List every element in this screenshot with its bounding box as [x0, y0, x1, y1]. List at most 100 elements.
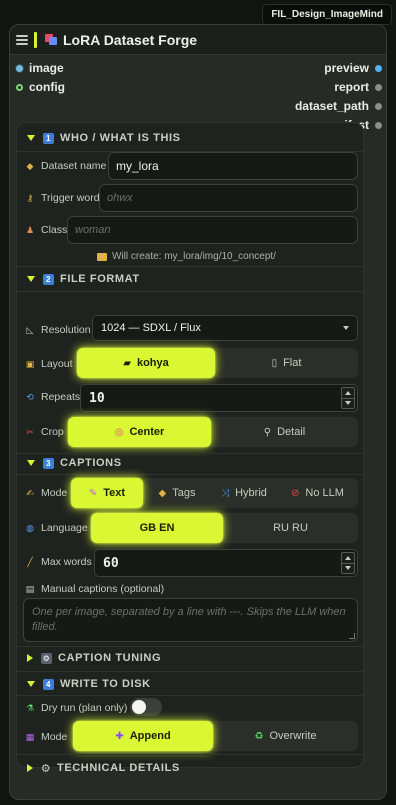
option-label: Append: [129, 730, 171, 742]
section-format-header[interactable]: 2 FILE FORMAT: [27, 273, 140, 285]
toggle-knob: [132, 700, 146, 714]
trigger-word-input[interactable]: ohwx: [99, 184, 358, 212]
ruler-icon: ◺: [26, 324, 34, 335]
dataset-name-input[interactable]: my_lora: [108, 152, 358, 180]
divider: [17, 266, 363, 267]
mode-option-hybrid[interactable]: ⤨ Hybrid: [211, 478, 277, 508]
stepper-spin[interactable]: [341, 552, 355, 574]
no-entry-icon: ⊘: [291, 487, 300, 499]
section-write-header[interactable]: 4 WRITE TO DISK: [27, 678, 151, 690]
layout-option-flat[interactable]: ▯ Flat: [215, 348, 358, 378]
floppy-icon: ▦: [25, 731, 35, 742]
menu-icon[interactable]: [16, 34, 28, 45]
option-label: Flat: [283, 357, 302, 369]
settings-panel: 1 WHO / WHAT IS THIS ◆ Dataset name my_l…: [16, 122, 364, 775]
manual-captions-label: ▤ Manual captions (optional): [25, 583, 164, 595]
section-number-badge: 3: [43, 457, 54, 469]
increment-button[interactable]: [341, 387, 355, 398]
write-mode-label: ▦ Mode: [25, 731, 68, 743]
label-text: Mode: [41, 731, 68, 743]
output-port-report[interactable]: report: [334, 80, 382, 94]
input-port-config[interactable]: config: [16, 80, 65, 94]
test-tube-icon: ⚗: [25, 702, 35, 713]
dry-run-label: ⚗ Dry run (plan only): [25, 702, 127, 714]
port-label: image: [29, 61, 64, 75]
resize-handle[interactable]: [349, 633, 355, 639]
port-dot-icon: [375, 102, 382, 110]
option-label: No LLM: [305, 487, 344, 499]
increment-button[interactable]: [341, 552, 355, 563]
output-port-preview[interactable]: preview: [324, 61, 382, 75]
resolution-label: ◺ Resolution: [25, 324, 91, 336]
select-value: 1024 — SDXL / Flux: [101, 322, 201, 334]
section-captions-header[interactable]: 3 CAPTIONS: [27, 457, 122, 469]
pen-icon: ✍: [26, 487, 34, 498]
write-mode-toggle[interactable]: ✚ Append ♻ Overwrite: [73, 721, 358, 751]
crop-option-detail[interactable]: ⚲ Detail: [211, 417, 358, 447]
port-label: report: [334, 80, 369, 94]
option-label: Text: [103, 487, 126, 499]
layout-option-kohya[interactable]: ▰ kohya: [77, 348, 215, 378]
class-label: ♟ Class: [25, 224, 67, 236]
section-technical-header[interactable]: ⚙ TECHNICAL DETAILS: [27, 762, 180, 775]
output-port-dataset-path[interactable]: dataset_path: [295, 99, 382, 113]
input-port-image[interactable]: image: [16, 61, 64, 75]
ruler-icon: ╱: [27, 556, 33, 567]
layout-toggle[interactable]: ▰ kohya ▯ Flat: [77, 348, 358, 378]
option-label: Detail: [277, 426, 306, 438]
scissors-icon: ✂: [26, 426, 34, 437]
language-toggle[interactable]: GB EN RU RU: [91, 513, 358, 543]
option-label: Tags: [172, 487, 196, 499]
chevron-right-icon: [27, 764, 33, 772]
crop-option-center[interactable]: ◎ Center: [68, 417, 211, 447]
trigger-word-label: ⚷ Trigger word: [25, 192, 100, 204]
label-text: Crop: [41, 426, 64, 438]
notepad-icon: ▤: [25, 583, 35, 594]
recycle-icon: ♻: [254, 730, 264, 742]
tag-icon: ◆: [26, 160, 34, 171]
section-tuning-header[interactable]: ⚙ CAPTION TUNING: [27, 652, 161, 664]
decrement-button[interactable]: [341, 562, 355, 574]
dry-run-toggle[interactable]: [130, 698, 162, 716]
crop-toggle[interactable]: ◎ Center ⚲ Detail: [68, 417, 358, 447]
mode-option-tags[interactable]: ◆ Tags: [143, 478, 211, 508]
manual-captions-textarea[interactable]: One per image, separated by a line with …: [23, 598, 358, 642]
caption-mode-label: ✍ Mode: [25, 487, 67, 499]
hint-text: Will create: my_lora/img/10_concept/: [112, 251, 276, 262]
chevron-down-icon: [27, 460, 35, 466]
divider: [17, 695, 363, 696]
section-title: CAPTION TUNING: [58, 652, 162, 664]
repeats-stepper[interactable]: 10: [80, 384, 358, 412]
mode-option-no-llm[interactable]: ⊘ No LLM: [277, 478, 358, 508]
section-who-header[interactable]: 1 WHO / WHAT IS THIS: [27, 132, 181, 144]
write-option-append[interactable]: ✚ Append: [73, 721, 213, 751]
person-icon: ♟: [25, 224, 35, 235]
caption-mode-toggle[interactable]: ✎ Text ◆ Tags ⤨ Hybrid ⊘ No LLM: [71, 478, 358, 508]
app-icon: [45, 33, 57, 46]
language-option-en[interactable]: GB EN: [91, 513, 223, 543]
section-title: FILE FORMAT: [60, 273, 140, 285]
section-title: CAPTIONS: [60, 457, 122, 469]
will-create-hint: Will create: my_lora/img/10_concept/: [97, 251, 276, 262]
option-label: Hybrid: [235, 487, 267, 499]
label-text: Dry run (plan only): [41, 702, 128, 714]
max-words-label: ╱ Max words: [25, 556, 91, 568]
label-text: Language: [41, 522, 88, 534]
section-number-badge: 4: [43, 678, 54, 690]
decrement-button[interactable]: [341, 397, 355, 409]
class-input[interactable]: woman: [67, 216, 358, 244]
textarea-placeholder: One per image, separated by a line with …: [32, 606, 346, 633]
stepper-spin[interactable]: [341, 387, 355, 409]
write-option-overwrite[interactable]: ♻ Overwrite: [213, 721, 358, 751]
node-header[interactable]: LoRA Dataset Forge: [10, 25, 386, 55]
chevron-down-icon: [27, 681, 35, 687]
resolution-select[interactable]: 1024 — SDXL / Flux: [92, 315, 358, 341]
section-title: WHO / WHAT IS THIS: [60, 132, 181, 144]
label-text: Dataset name: [41, 160, 107, 172]
language-option-ru[interactable]: RU RU: [223, 513, 358, 543]
divider: [17, 453, 363, 454]
chevron-down-icon: [27, 276, 35, 282]
mode-option-text[interactable]: ✎ Text: [71, 478, 143, 508]
max-words-stepper[interactable]: 60: [94, 549, 358, 577]
divider: [17, 754, 363, 755]
